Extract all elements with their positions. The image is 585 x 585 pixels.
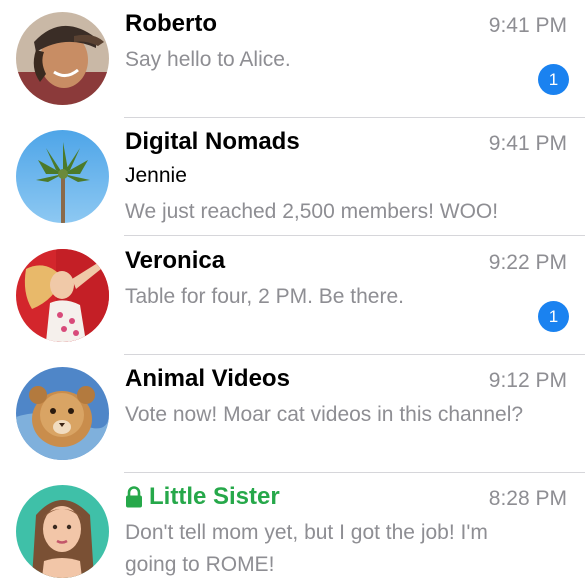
chat-title: Digital Nomads xyxy=(125,128,300,155)
chat-row-veronica[interactable]: Veronica 9:22 PM Table for four, 2 PM. B… xyxy=(0,237,585,355)
avatar-animal-videos-image xyxy=(16,367,109,460)
chat-title: Little Sister xyxy=(125,483,280,511)
avatar-roberto-image xyxy=(16,12,109,105)
unread-badge: 1 xyxy=(538,301,569,332)
avatar-veronica[interactable] xyxy=(16,249,109,342)
chat-title: Animal Videos xyxy=(125,365,290,392)
chat-row-digital-nomads[interactable]: Digital Nomads 9:41 PM Jennie We just re… xyxy=(0,118,585,236)
chat-time: 9:41 PM xyxy=(488,132,567,155)
chat-preview: Don't tell mom yet, but I got the job! I… xyxy=(125,521,488,576)
avatar-roberto[interactable] xyxy=(16,12,109,105)
chat-list: Roberto 9:41 PM Say hello to Alice. 1 Di… xyxy=(0,0,585,585)
chat-time: 9:41 PM xyxy=(488,14,567,37)
chat-preview: We just reached 2,500 members! WOO! xyxy=(125,200,499,223)
chat-title-text: Little Sister xyxy=(149,483,280,510)
unread-badge: 1 xyxy=(538,64,569,95)
avatar-little-sister[interactable] xyxy=(16,485,109,578)
lock-icon xyxy=(126,486,142,508)
chat-preview: Vote now! Moar cat videos in this channe… xyxy=(125,403,524,426)
chat-row-little-sister[interactable]: Little Sister 8:28 PM Don't tell mom yet… xyxy=(0,473,585,585)
chat-preview: Say hello to Alice. xyxy=(125,48,291,71)
chat-time: 9:22 PM xyxy=(488,251,567,274)
avatar-little-sister-image xyxy=(16,485,109,578)
chat-row-animal-videos[interactable]: Animal Videos 9:12 PM Vote now! Moar cat… xyxy=(0,355,585,473)
chat-title: Veronica xyxy=(125,247,226,274)
avatar-digital-nomads-image xyxy=(16,130,109,223)
avatar-veronica-image xyxy=(16,249,109,342)
avatar-digital-nomads[interactable] xyxy=(16,130,109,223)
chat-preview: Table for four, 2 PM. Be there. xyxy=(125,285,404,308)
avatar-animal-videos[interactable] xyxy=(16,367,109,460)
divider xyxy=(124,235,585,236)
chat-row-roberto[interactable]: Roberto 9:41 PM Say hello to Alice. 1 xyxy=(0,0,585,118)
message-sender: Jennie xyxy=(125,164,187,187)
chat-time: 8:28 PM xyxy=(488,487,567,510)
chat-title: Roberto xyxy=(125,10,217,37)
chat-time: 9:12 PM xyxy=(488,369,567,392)
